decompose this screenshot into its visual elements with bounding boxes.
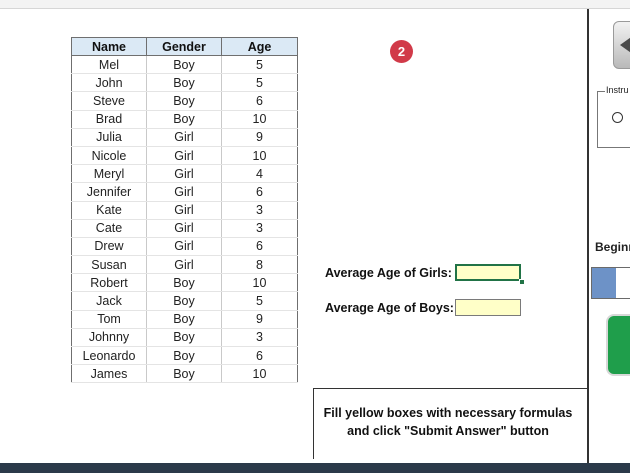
cell-gender[interactable]: Boy [146,291,222,311]
level-progress-bar [591,267,630,299]
cell-name[interactable]: Nicole [71,146,147,166]
table-row: Johnny Boy 3 [71,328,298,348]
cell-gender[interactable]: Boy [146,55,222,75]
cell-age[interactable]: 10 [221,273,298,293]
table-row: Robert Boy 10 [71,273,298,293]
level-progress-fill [592,268,616,298]
table-row: John Boy 5 [71,73,298,93]
level-label: Beginn [595,240,630,254]
table-row: Cate Girl 3 [71,219,298,238]
right-control-panel: Instru Beginn [587,9,630,463]
cell-age[interactable]: 6 [221,91,298,111]
table-row: Kate Girl 3 [71,201,298,220]
table-row: Drew Girl 6 [71,237,298,257]
avg-boys-input[interactable] [455,299,521,316]
cell-name[interactable]: James [71,364,147,384]
cell-gender[interactable]: Boy [146,91,222,111]
cell-age[interactable]: 10 [221,110,298,129]
cell-gender[interactable]: Girl [146,146,222,166]
cell-name[interactable]: Robert [71,273,147,293]
table-row: Meryl Girl 4 [71,164,298,184]
cell-gender[interactable]: Boy [146,328,222,348]
cell-age[interactable]: 6 [221,182,298,202]
table-row: Brad Boy 10 [71,110,298,129]
cell-name[interactable]: Cate [71,219,147,238]
cell-age[interactable]: 3 [221,219,298,238]
cell-gender[interactable]: Girl [146,201,222,220]
step-badge: 2 [390,40,413,63]
avg-girls-label: Average Age of Girls: [325,266,452,280]
submit-answer-button[interactable] [606,314,630,376]
instructions-group-label: Instru [605,85,630,95]
cell-gender[interactable]: Boy [146,346,222,366]
header-name: Name [71,37,147,56]
cell-name[interactable]: Mel [71,55,147,75]
cell-age[interactable]: 3 [221,201,298,220]
table-row: James Boy 10 [71,364,298,384]
cell-age[interactable]: 6 [221,346,298,366]
cell-gender[interactable]: Girl [146,164,222,184]
cell-age[interactable]: 9 [221,310,298,329]
cell-gender[interactable]: Boy [146,110,222,129]
cell-age[interactable]: 10 [221,146,298,166]
instruction-text: Fill yellow boxes with necessary formula… [318,404,578,440]
table-row: Mel Boy 5 [71,55,298,75]
cell-age[interactable]: 4 [221,164,298,184]
cell-name[interactable]: Julia [71,128,147,147]
cell-age[interactable]: 8 [221,255,298,275]
cell-gender[interactable]: Girl [146,128,222,147]
header-gender: Gender [146,37,222,56]
cell-name[interactable]: Brad [71,110,147,129]
avg-girls-input[interactable] [455,264,521,281]
instruction-line-2: and click "Submit Answer" button [347,424,549,438]
table-row: Jennifer Girl 6 [71,182,298,202]
window-top-strip [0,0,630,9]
cell-age[interactable]: 10 [221,364,298,384]
cell-gender[interactable]: Boy [146,310,222,329]
cell-gender[interactable]: Girl [146,219,222,238]
cell-name[interactable]: Susan [71,255,147,275]
table-row: Julia Girl 9 [71,128,298,147]
back-arrow-icon [620,35,630,55]
back-button[interactable] [613,21,630,69]
cell-age[interactable]: 5 [221,55,298,75]
fill-handle[interactable] [519,279,525,285]
table-row: Leonardo Boy 6 [71,346,298,366]
table-body: Mel Boy 5 John Boy 5 Steve Boy 6 Brad Boy 10 Julia Gi… [71,55,298,384]
table-row: Jack Boy 5 [71,291,298,311]
cell-name[interactable]: Steve [71,91,147,111]
table-row: Tom Boy 9 [71,310,298,329]
cell-name[interactable]: Meryl [71,164,147,184]
cell-age[interactable]: 5 [221,73,298,93]
cell-age[interactable]: 3 [221,328,298,348]
instruction-line-1: Fill yellow boxes with necessary formula… [323,406,573,420]
cell-name[interactable]: Jennifer [71,182,147,202]
worksheet: Name Gender Age Mel Boy 5 John Boy 5 Steve Boy 6… [0,9,588,463]
table-row: Steve Boy 6 [71,91,298,111]
cell-name[interactable]: Leonardo [71,346,147,366]
cell-name[interactable]: Drew [71,237,147,257]
cell-age[interactable]: 5 [221,291,298,311]
cell-age[interactable]: 9 [221,128,298,147]
header-age: Age [221,37,298,56]
instructions-radio[interactable] [612,112,623,123]
cell-gender[interactable]: Girl [146,182,222,202]
data-table: Name Gender Age Mel Boy 5 John Boy 5 Steve Boy 6… [71,37,298,384]
cell-name[interactable]: Johnny [71,328,147,348]
cell-gender[interactable]: Girl [146,237,222,257]
cell-gender[interactable]: Boy [146,73,222,93]
avg-boys-label: Average Age of Boys: [325,301,454,315]
cell-age[interactable]: 6 [221,237,298,257]
cell-gender[interactable]: Boy [146,364,222,384]
cell-name[interactable]: Tom [71,310,147,329]
cell-name[interactable]: Jack [71,291,147,311]
table-header-row: Name Gender Age [71,37,298,56]
cell-name[interactable]: John [71,73,147,93]
cell-name[interactable]: Kate [71,201,147,220]
cell-gender[interactable]: Boy [146,273,222,293]
cell-gender[interactable]: Girl [146,255,222,275]
taskbar [0,463,630,473]
table-row: Nicole Girl 10 [71,146,298,166]
table-row: Susan Girl 8 [71,255,298,275]
